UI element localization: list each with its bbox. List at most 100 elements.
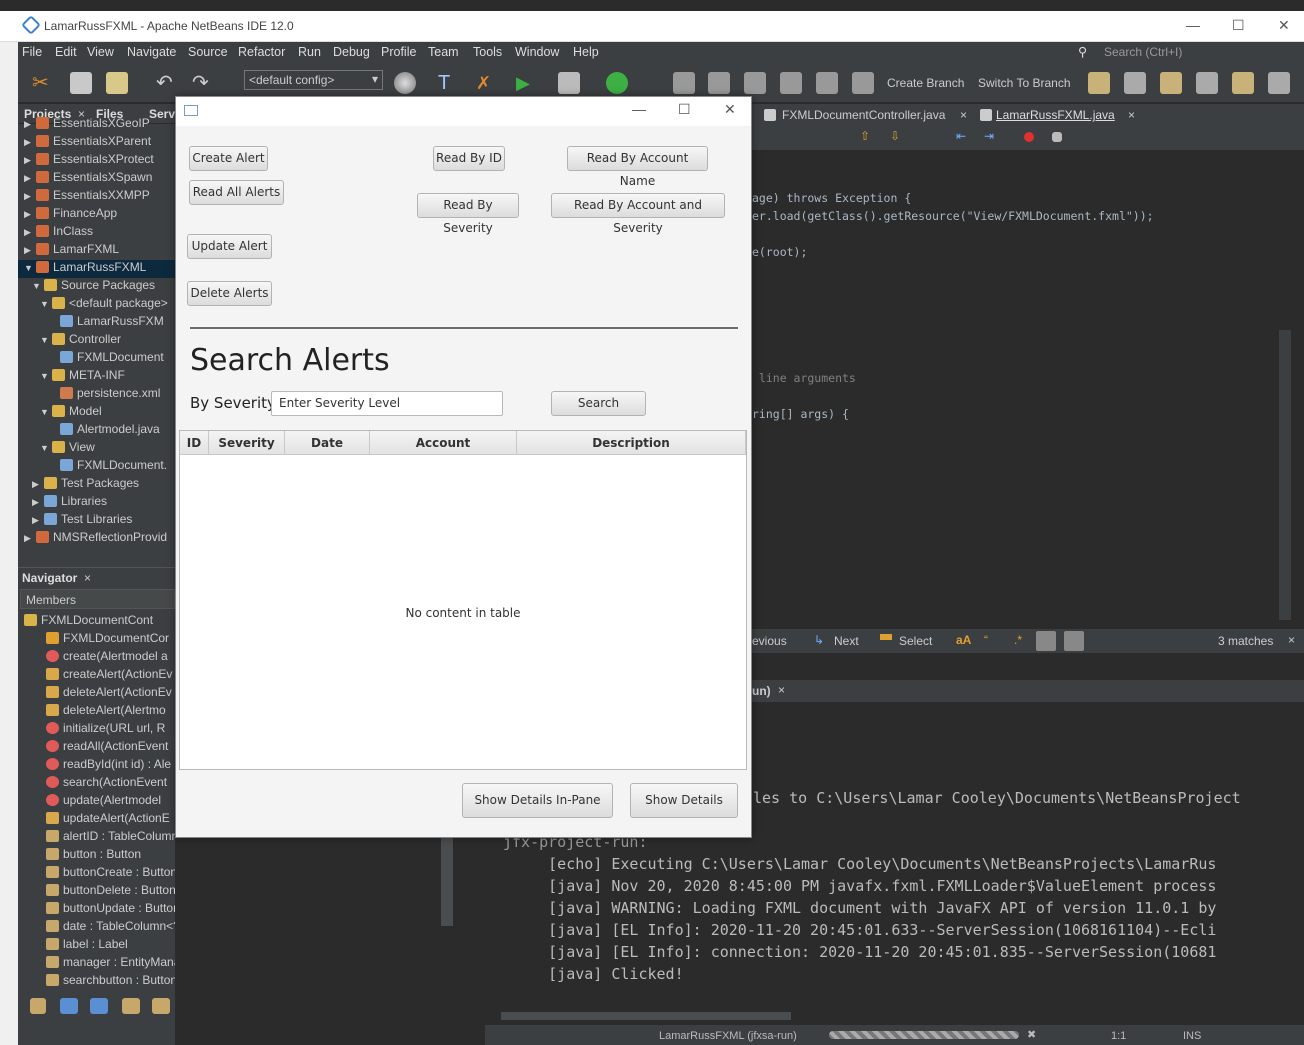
expand-toggle-icon[interactable]: ▼ bbox=[40, 443, 52, 453]
menu-source[interactable]: Source bbox=[188, 45, 228, 59]
project-tree-item[interactable]: ▶ InClass bbox=[18, 224, 175, 242]
navigator-item[interactable]: searchbutton : Button bbox=[18, 973, 175, 991]
menu-window[interactable]: Window bbox=[515, 45, 559, 59]
menu-view[interactable]: View bbox=[87, 45, 114, 59]
severity-input[interactable]: Enter Severity Level bbox=[271, 391, 503, 416]
alerts-table[interactable]: ID Severity Date Account Description No … bbox=[179, 430, 747, 770]
profile-icon[interactable] bbox=[606, 72, 628, 94]
create-alert-button[interactable]: Create Alert bbox=[189, 146, 268, 171]
record-macro-icon[interactable] bbox=[1024, 132, 1034, 142]
git-icon-4[interactable] bbox=[780, 72, 802, 94]
wrap-around-icon[interactable] bbox=[1064, 631, 1084, 651]
read-by-id-button[interactable]: Read By ID bbox=[433, 146, 505, 171]
project-tree-item[interactable]: ▶ EssentialsXParent bbox=[18, 134, 175, 152]
read-all-alerts-button[interactable]: Read All Alerts bbox=[189, 180, 284, 205]
project-tree-item[interactable]: persistence.xml bbox=[18, 386, 175, 404]
regex-icon[interactable]: .* bbox=[1014, 633, 1022, 647]
navigator-item[interactable]: initialize(URL url, R bbox=[18, 721, 175, 739]
filter-icon-5[interactable] bbox=[152, 998, 170, 1014]
prev-occurrence-icon[interactable]: ⇧ bbox=[860, 129, 876, 145]
menu-profile[interactable]: Profile bbox=[381, 45, 416, 59]
delete-alerts-button[interactable]: Delete Alerts bbox=[187, 281, 272, 306]
find-previous-button[interactable]: evious bbox=[752, 634, 787, 648]
navigator-item[interactable]: buttonDelete : Button bbox=[18, 883, 175, 901]
show-details-button[interactable]: Show Details bbox=[630, 783, 738, 818]
filter-icon-4[interactable] bbox=[122, 998, 140, 1014]
project-tree-item[interactable]: ▼ Controller bbox=[18, 332, 175, 350]
git-stash-icon[interactable] bbox=[1232, 72, 1254, 94]
navigator-item[interactable]: FXMLDocumentCont bbox=[18, 613, 175, 631]
expand-toggle-icon[interactable]: ▼ bbox=[32, 281, 44, 291]
column-date[interactable]: Date bbox=[285, 431, 370, 455]
output-tab[interactable]: un) bbox=[752, 684, 771, 698]
navigator-item[interactable]: buttonCreate : Button bbox=[18, 865, 175, 883]
project-tree-item[interactable]: Alertmodel.java bbox=[18, 422, 175, 440]
navigator-item[interactable]: create(Alertmodel a bbox=[18, 649, 175, 667]
project-tree-item[interactable]: ▼ Source Packages bbox=[18, 278, 175, 296]
shift-left-icon[interactable]: ⇤ bbox=[956, 129, 972, 145]
menu-file[interactable]: File bbox=[22, 45, 42, 59]
close-navigator-icon[interactable]: × bbox=[84, 571, 91, 585]
navigator-item[interactable]: updateAlert(ActionE bbox=[18, 811, 175, 829]
navigator-item[interactable]: createAlert(ActionEv bbox=[18, 667, 175, 685]
menu-refactor[interactable]: Refactor bbox=[238, 45, 285, 59]
project-tree-item[interactable]: ▶ LamarFXML bbox=[18, 242, 175, 260]
paste-icon[interactable] bbox=[106, 72, 128, 94]
close-icon[interactable]: ✕ bbox=[1278, 17, 1290, 34]
navigator-item[interactable]: deleteAlert(Alertmo bbox=[18, 703, 175, 721]
menu-team[interactable]: Team bbox=[428, 45, 459, 59]
expand-toggle-icon[interactable]: ▶ bbox=[32, 515, 44, 526]
expand-toggle-icon[interactable]: ▶ bbox=[24, 137, 36, 148]
close-tab-icon[interactable]: × bbox=[1128, 108, 1135, 122]
menu-help[interactable]: Help bbox=[573, 45, 599, 59]
git-fetch-icon[interactable] bbox=[1088, 72, 1110, 94]
run-icon[interactable]: ▶ bbox=[516, 72, 538, 94]
expand-toggle-icon[interactable]: ▶ bbox=[32, 497, 44, 508]
config-select[interactable]: <default config> ▾ bbox=[244, 70, 383, 90]
project-tree-item[interactable]: ▼ LamarRussFXML bbox=[18, 260, 175, 278]
column-severity[interactable]: Severity bbox=[209, 431, 285, 455]
editor-scrollbar[interactable] bbox=[1279, 330, 1291, 620]
members-select[interactable]: Members bbox=[20, 589, 175, 609]
project-tree-item[interactable]: ▼ View bbox=[18, 440, 175, 458]
filter-icon-1[interactable] bbox=[30, 998, 46, 1014]
navigator-item[interactable]: FXMLDocumentCor bbox=[18, 631, 175, 649]
filter-icon-3[interactable] bbox=[90, 998, 108, 1014]
project-tree-item[interactable]: ▶ EssentialsXSpawn bbox=[18, 170, 175, 188]
highlight-results-icon[interactable] bbox=[1036, 631, 1056, 651]
find-select-button[interactable]: Select bbox=[899, 634, 932, 648]
git-icon-3[interactable] bbox=[744, 72, 766, 94]
menu-navigate[interactable]: Navigate bbox=[127, 45, 176, 59]
close-output-icon[interactable]: × bbox=[778, 683, 785, 697]
menu-debug[interactable]: Debug bbox=[333, 45, 370, 59]
navigator-item[interactable]: button : Button bbox=[18, 847, 175, 865]
navigator-item[interactable]: alertID : TableColumn<?, ?> bbox=[18, 829, 175, 847]
git-icon-2[interactable] bbox=[708, 72, 730, 94]
navigator-item[interactable]: readById(int id) : Ale bbox=[18, 757, 175, 775]
navigator-item[interactable]: date : TableColumn<?, ?> bbox=[18, 919, 175, 937]
show-details-in-pane-button[interactable]: Show Details In-Pane bbox=[462, 783, 613, 818]
project-tree-item[interactable]: ▼ META-INF bbox=[18, 368, 175, 386]
project-tree-item[interactable]: ▶ EssentialsXGeoIP bbox=[18, 116, 175, 134]
navigator-item[interactable]: update(Alertmodel bbox=[18, 793, 175, 811]
project-tree-item[interactable]: ▶ NMSReflectionProvid bbox=[18, 530, 175, 548]
project-tree-item[interactable]: ▶ FinanceApp bbox=[18, 206, 175, 224]
menu-tools[interactable]: Tools bbox=[473, 45, 502, 59]
menu-edit[interactable]: Edit bbox=[55, 45, 77, 59]
git-merge-icon[interactable] bbox=[1196, 72, 1218, 94]
search-button[interactable]: Search bbox=[551, 391, 646, 416]
find-next-button[interactable]: Next bbox=[834, 634, 859, 648]
navigator-item[interactable]: label : Label bbox=[18, 937, 175, 955]
read-by-account-severity-button[interactable]: Read By Account and Severity bbox=[551, 193, 725, 235]
minimize-icon[interactable]: — bbox=[1186, 17, 1200, 33]
close-tab-icon[interactable]: × bbox=[960, 108, 967, 122]
project-tree-item[interactable]: FXMLDocument. bbox=[18, 458, 175, 476]
close-find-icon[interactable]: × bbox=[1288, 633, 1295, 647]
read-by-severity-button[interactable]: Read By Severity bbox=[417, 193, 519, 235]
project-tree-item[interactable]: ▶ EssentialsXXMPP bbox=[18, 188, 175, 206]
next-occurrence-icon[interactable]: ⇩ bbox=[890, 129, 906, 145]
switch-branch-button[interactable]: Switch To Branch bbox=[978, 76, 1071, 90]
expand-toggle-icon[interactable]: ▶ bbox=[24, 533, 36, 544]
project-tree-item[interactable]: LamarRussFXM bbox=[18, 314, 175, 332]
navigator-item[interactable]: search(ActionEvent bbox=[18, 775, 175, 793]
